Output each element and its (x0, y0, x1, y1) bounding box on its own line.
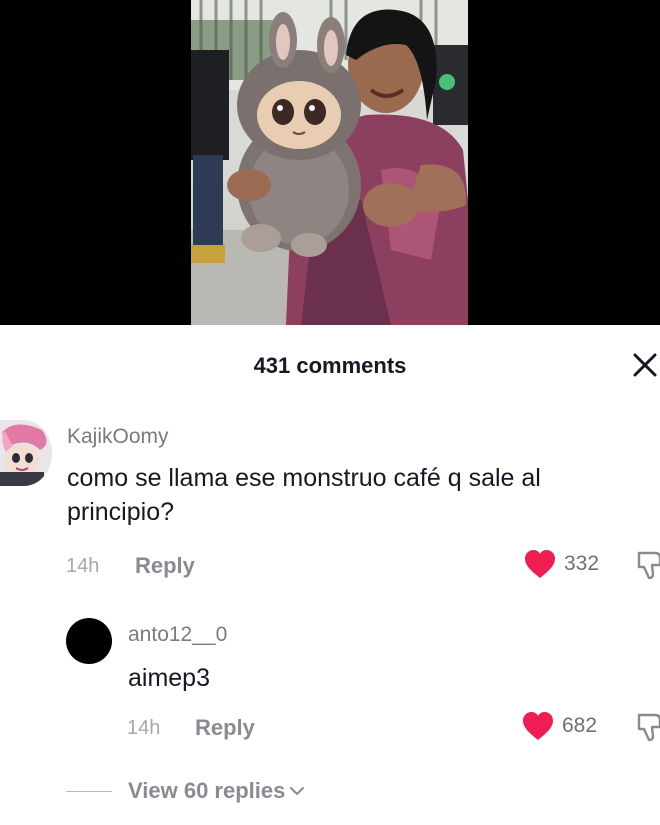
avatar-anto12[interactable] (66, 618, 112, 664)
chevron-down-icon[interactable] (289, 785, 305, 797)
comment-count: 431 comments (253, 353, 407, 378)
reply-timestamp: 14h (127, 717, 161, 739)
dislike-icon (637, 713, 660, 742)
reply-button[interactable]: Reply (135, 553, 195, 579)
reply-like-button[interactable]: 682 (522, 711, 597, 741)
reply-reply-button[interactable]: Reply (195, 715, 255, 741)
dislike-button[interactable] (636, 550, 660, 585)
heart-icon (523, 712, 553, 740)
view-replies-row[interactable]: View 60 replies (66, 776, 305, 806)
view-replies-button[interactable]: View 60 replies (128, 778, 285, 804)
reply-dislike-button[interactable] (636, 712, 660, 747)
video-frame[interactable] (191, 0, 468, 325)
comment-username[interactable]: KajikOomy (67, 425, 169, 449)
video-thumbnail-image (191, 0, 468, 325)
reply-text: aimep3 (128, 664, 210, 692)
like-button[interactable]: 332 (524, 549, 599, 579)
comment-text: como se llama ese monstruo café q sale a… (67, 464, 541, 526)
comments-header: 431 comments (0, 340, 660, 392)
heart-icon (525, 550, 555, 578)
thread-divider (66, 790, 112, 792)
comment-timestamp: 14h (66, 555, 100, 577)
close-button[interactable] (630, 350, 660, 380)
video-player[interactable] (0, 0, 660, 325)
like-count: 332 (564, 552, 600, 575)
reply-like-count: 682 (562, 714, 598, 737)
reply-username[interactable]: anto12__0 (128, 623, 227, 647)
dislike-icon (637, 551, 660, 580)
close-icon (633, 353, 657, 377)
avatar-image (0, 420, 52, 486)
avatar-kajikoomy[interactable] (0, 420, 52, 486)
